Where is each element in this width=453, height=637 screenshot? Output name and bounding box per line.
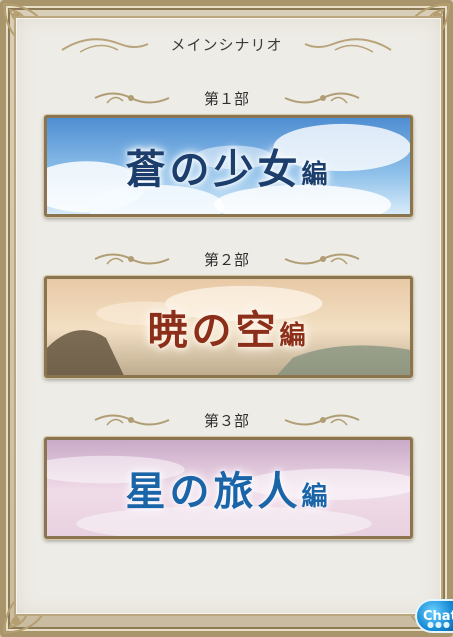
banner-title: 蒼の少女編 [125,146,332,193]
chat-dots-icon: ●●● [427,620,451,629]
flourish-icon [93,248,171,270]
banner-title: 暁の空編 [147,307,310,354]
banner-title: 星の旅人編 [125,468,332,515]
flourish-icon [303,30,393,58]
window-frame: メインシナリオ 第１部 蒼の少女編 第２部 暁の空編 第３部 星の旅人編 Cha… [0,0,453,637]
flourish-icon [60,30,150,58]
header: メインシナリオ [61,26,392,62]
section-label-part3: 第３部 [0,408,453,432]
section-title: 第２部 [203,250,249,269]
chat-button[interactable]: Chat ●●● [415,599,453,633]
flourish-icon [93,87,171,109]
section-label-part1: 第１部 [0,86,453,110]
page-title: メインシナリオ [170,35,283,54]
flourish-icon [93,409,171,431]
scenario-banner-part2[interactable]: 暁の空編 [44,276,413,378]
flourish-icon [283,248,361,270]
section-title: 第１部 [203,89,249,108]
flourish-icon [283,87,361,109]
section-label-part2: 第２部 [0,247,453,271]
section-title: 第３部 [203,411,249,430]
flourish-icon [283,409,361,431]
scenario-banner-part3[interactable]: 星の旅人編 [44,437,413,539]
scenario-banner-part1[interactable]: 蒼の少女編 [44,115,413,217]
